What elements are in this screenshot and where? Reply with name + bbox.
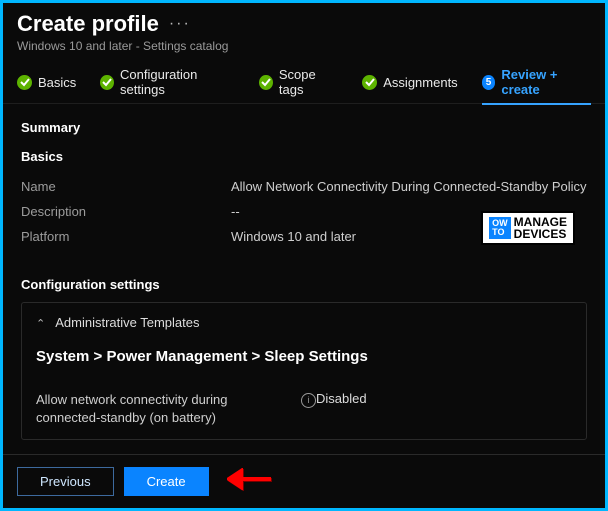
config-panel: ⌄ Administrative Templates System > Powe… — [21, 302, 587, 440]
create-button[interactable]: Create — [124, 467, 209, 496]
step-label: Scope tags — [279, 67, 338, 97]
label: Name — [21, 179, 231, 194]
step-assign[interactable]: Assignments — [362, 75, 457, 90]
step-review[interactable]: 5 Review + create — [482, 67, 591, 105]
wizard-steps: Basics Configuration settings Scope tags… — [3, 57, 605, 104]
previous-button[interactable]: Previous — [17, 467, 114, 496]
step-basics[interactable]: Basics — [17, 75, 76, 90]
setting-row: Allow network connectivity during connec… — [36, 391, 572, 427]
chevron-up-icon: ⌄ — [36, 316, 45, 329]
check-icon — [259, 75, 273, 90]
label: Description — [21, 204, 231, 219]
watermark: OWTO MANAGEDEVICES — [481, 211, 575, 245]
page-subtitle: Windows 10 and later - Settings catalog — [17, 39, 591, 53]
step-scope[interactable]: Scope tags — [259, 67, 338, 97]
step-label: Review + create — [501, 67, 591, 97]
wizard-footer: Previous Create — [3, 454, 605, 508]
page-title: Create profile — [17, 11, 159, 37]
check-icon — [362, 75, 377, 90]
value: Allow Network Connectivity During Connec… — [231, 179, 587, 194]
setting-label: Allow network connectivity during connec… — [36, 391, 295, 427]
check-icon — [17, 75, 32, 90]
more-icon[interactable]: ··· — [169, 15, 191, 33]
setting-value: Disabled — [316, 391, 367, 406]
config-heading: Configuration settings — [21, 277, 587, 292]
basics-heading: Basics — [21, 149, 587, 164]
row-name: Name Allow Network Connectivity During C… — [21, 174, 587, 199]
summary-heading: Summary — [21, 120, 587, 135]
step-label: Assignments — [383, 75, 457, 90]
step-config[interactable]: Configuration settings — [100, 67, 235, 97]
step-label: Basics — [38, 75, 76, 90]
accordion-label: Administrative Templates — [55, 315, 199, 330]
step-number-icon: 5 — [482, 75, 496, 90]
accordion-admin-templates[interactable]: ⌄ Administrative Templates — [36, 315, 572, 330]
info-icon[interactable]: i — [301, 393, 316, 408]
annotation-arrow-icon — [227, 468, 271, 495]
check-icon — [100, 75, 114, 90]
step-label: Configuration settings — [120, 67, 235, 97]
settings-breadcrumb: System > Power Management > Sleep Settin… — [36, 348, 572, 365]
label: Platform — [21, 229, 231, 244]
